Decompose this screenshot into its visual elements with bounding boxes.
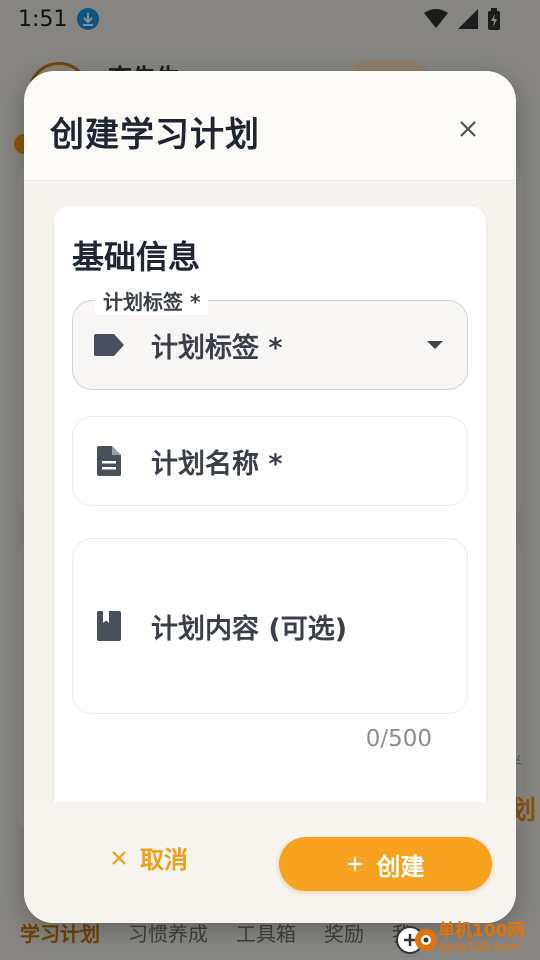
create-plan-dialog: 创建学习计划 基础信息 计划标签 * 计划标签 * 计划名称 * 计划内容 (可… — [24, 71, 516, 923]
watermark-main: 单机100网 — [438, 921, 525, 941]
section-title: 基础信息 — [72, 238, 201, 276]
close-icon — [112, 850, 126, 865]
plus-icon — [347, 857, 362, 871]
watermark-logo — [394, 916, 438, 960]
plan-tag-floating-label: 计划标签 * — [95, 286, 209, 315]
cancel-label: 取消 — [140, 846, 188, 874]
book-icon — [93, 610, 125, 642]
watermark: 单机100网 danji100.com — [394, 916, 540, 960]
character-count: 0/500 — [365, 726, 432, 752]
plan-name-placeholder: 计划名称 * — [151, 448, 283, 480]
plan-content-field[interactable]: 计划内容 (可选) — [72, 538, 468, 714]
cancel-button[interactable]: 取消 — [112, 840, 188, 875]
close-icon — [460, 121, 476, 137]
dialog-header: 创建学习计划 — [24, 71, 516, 181]
basic-info-card: 基础信息 计划标签 * 计划标签 * 计划名称 * 计划内容 (可选) 0/50… — [54, 206, 486, 816]
create-label: 创建 — [376, 852, 425, 881]
close-button[interactable] — [456, 117, 480, 141]
chevron-down-icon — [427, 341, 443, 349]
create-button[interactable]: 创建 — [279, 837, 492, 891]
dialog-body: 基础信息 计划标签 * 计划标签 * 计划名称 * 计划内容 (可选) 0/50… — [24, 182, 516, 816]
plan-tag-value: 计划标签 * — [151, 332, 283, 364]
document-icon — [93, 445, 125, 477]
plan-content-placeholder: 计划内容 (可选) — [151, 613, 348, 645]
plan-name-field[interactable]: 计划名称 * — [72, 416, 468, 506]
watermark-sub: danji100.com — [438, 940, 520, 954]
label-tag-icon — [93, 329, 125, 361]
dialog-title: 创建学习计划 — [50, 115, 260, 155]
watermark-text: 单机100网 danji100.com — [438, 922, 525, 954]
plan-tag-select[interactable]: 计划标签 * 计划标签 * — [72, 286, 468, 390]
dialog-footer: 取消 创建 — [24, 802, 516, 923]
